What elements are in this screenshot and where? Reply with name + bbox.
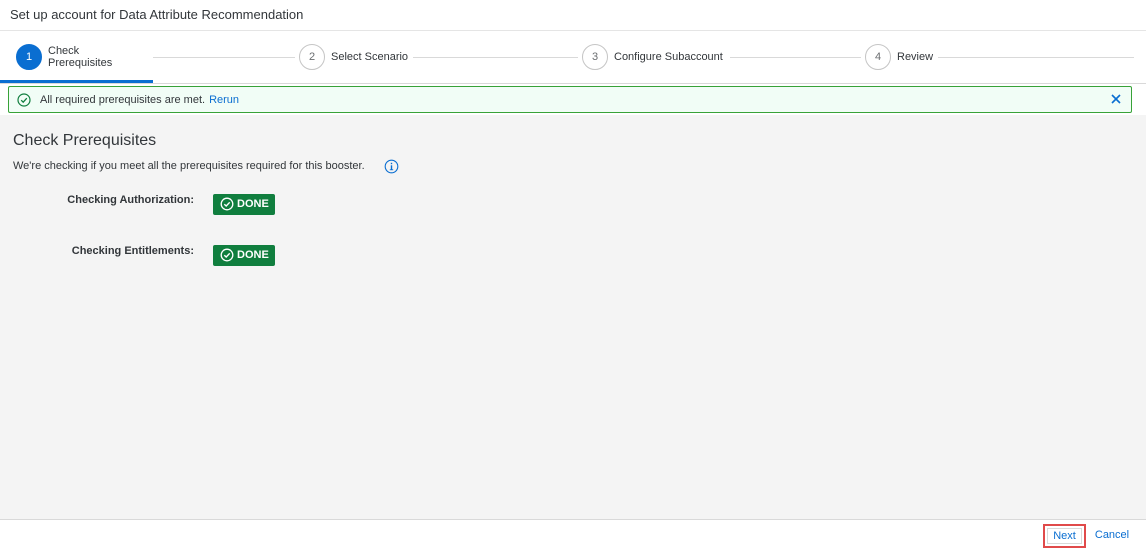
- step-label: Review: [897, 51, 934, 63]
- dialog-header: Set up account for Data Attribute Recomm…: [0, 0, 1146, 31]
- check-label: Checking Entitlements:: [71, 245, 194, 257]
- step-connector: [413, 57, 578, 58]
- status-text: DONE: [237, 249, 269, 261]
- cancel-button[interactable]: Cancel: [1093, 529, 1131, 541]
- dialog-footer: Next Cancel: [0, 519, 1146, 551]
- dialog-title: Set up account for Data Attribute Recomm…: [10, 7, 304, 22]
- step-number: 4: [865, 44, 891, 70]
- check-label: Checking Authorization:: [67, 194, 194, 206]
- step-number: 3: [582, 44, 608, 70]
- step-number: 2: [299, 44, 325, 70]
- status-badge: DONE: [213, 194, 275, 215]
- step-label: Check Prerequisites: [48, 45, 113, 69]
- step-number: 1: [16, 44, 42, 70]
- step-connector: [938, 57, 1134, 58]
- close-icon[interactable]: [1109, 92, 1123, 106]
- status-badge: DONE: [213, 245, 275, 266]
- active-step-indicator: [0, 80, 153, 83]
- page-title: Check Prerequisites: [13, 132, 157, 149]
- next-button[interactable]: Next: [1043, 524, 1086, 548]
- page-description: We're checking if you meet all the prere…: [13, 160, 365, 172]
- check-prerequisites-panel: Check Prerequisites We're checking if yo…: [0, 115, 1146, 519]
- check-entitlements-row: Checking Entitlements:: [20, 242, 194, 264]
- success-message-strip: All required prerequisites are met. Rerun: [8, 86, 1132, 113]
- success-check-icon: [17, 93, 31, 107]
- step-connector: [153, 57, 295, 58]
- info-icon[interactable]: [384, 159, 399, 174]
- status-text: DONE: [237, 198, 269, 210]
- wizard-progress-bar: 1 Check Prerequisites 2 Select Scenario …: [0, 31, 1146, 84]
- check-authorization-row: Checking Authorization:: [20, 191, 194, 213]
- step-label: Configure Subaccount: [614, 51, 723, 63]
- check-circle-icon: [220, 197, 234, 211]
- step-connector: [730, 57, 861, 58]
- step-label: Select Scenario: [331, 51, 409, 63]
- rerun-link[interactable]: Rerun: [209, 94, 239, 106]
- check-circle-icon: [220, 248, 234, 262]
- message-text: All required prerequisites are met. Rerun: [40, 94, 240, 106]
